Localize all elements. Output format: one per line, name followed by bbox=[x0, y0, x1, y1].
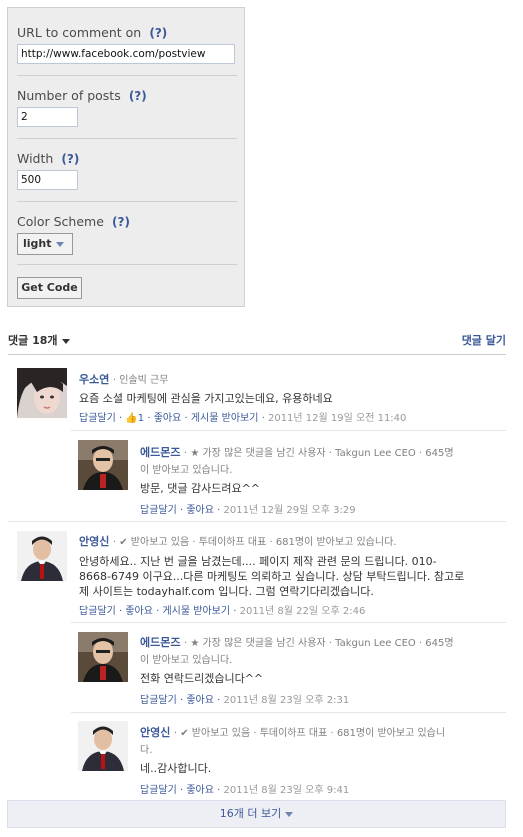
avatar-man-suit-image bbox=[78, 721, 128, 771]
color-scheme-select[interactable]: light bbox=[17, 233, 73, 255]
chevron-down-icon bbox=[61, 338, 70, 344]
comment-text: 네..감사합니다. bbox=[140, 762, 212, 775]
comment-text-line: 8668-6749 이구요...다른 마케팅도 의뢰하고 싶습니다. 상담 부탁… bbox=[79, 570, 465, 583]
avatar[interactable] bbox=[78, 440, 128, 490]
comment: 안영신 · ✔ 받아보고 있음 · 투데이하프 대표 · 681명이 받아보고 … bbox=[79, 533, 509, 617]
avatar[interactable] bbox=[78, 721, 128, 771]
comment-author-meta-cont: 이 받아보고 있습니다. bbox=[140, 465, 233, 476]
comment-author[interactable]: 에드몬즈 bbox=[140, 446, 180, 459]
comment-author-meta: · ✔ 받아보고 있음 · 투데이하프 대표 · 681명이 받아보고 있습니다… bbox=[112, 537, 397, 548]
comment-text-line: 제 사이트는 todayhalf.com 입니다. 그럼 연락기다리겠습니다. bbox=[79, 585, 374, 598]
comment-actions: 답글달기 · 좋아요 · 게시물 받아보기 · 2011년 8월 22일 오후 … bbox=[79, 602, 509, 617]
comment-author[interactable]: 안영신 bbox=[140, 726, 170, 739]
avatar-man-image bbox=[78, 440, 128, 490]
comment-count: 댓글 18개 bbox=[8, 334, 58, 347]
get-code-button[interactable]: Get Code bbox=[17, 277, 82, 299]
comment-timestamp[interactable]: 2011년 12월 19일 오전 11:40 bbox=[268, 413, 406, 424]
posts-field-label-row: Number of posts (?) bbox=[17, 85, 237, 104]
plugin-config-panel: URL to comment on (?) http://www.faceboo… bbox=[7, 7, 245, 307]
comment-text: 방문, 댓글 감사드려요^^ bbox=[140, 482, 261, 495]
divider bbox=[17, 201, 237, 202]
comment-actions: 답글달기 · 좋아요 · 2011년 8월 23일 오후 2:31 bbox=[140, 691, 500, 706]
comment-author-meta: · ✔ 받아보고 있음 · 투데이하프 대표 · 681명이 받아보고 있습니 bbox=[173, 728, 446, 739]
url-help-link[interactable]: (?) bbox=[149, 26, 167, 40]
divider bbox=[17, 138, 237, 139]
chevron-down-icon bbox=[285, 811, 294, 817]
color-scheme-value: light bbox=[23, 237, 52, 250]
comment-text: 요즘 소셜 마케팅에 관심을 가지고있는데요, 유용하네요 bbox=[79, 392, 333, 405]
comment-actions: 답글달기 · 좋아요 · 2011년 12월 29일 오후 3:29 bbox=[140, 501, 500, 516]
reply-like-links[interactable]: 답글달기 · 좋아요 · bbox=[140, 505, 223, 516]
posts-input[interactable]: 2 bbox=[17, 107, 78, 127]
comment-count-dropdown[interactable]: 댓글 18개 bbox=[8, 334, 70, 347]
add-comment-link[interactable]: 댓글 달기 bbox=[462, 332, 506, 348]
color-label: Color Scheme bbox=[17, 214, 104, 229]
avatar[interactable] bbox=[17, 531, 67, 581]
posts-help-link[interactable]: (?) bbox=[129, 89, 147, 103]
avatar-man-image bbox=[78, 632, 128, 682]
width-label: Width bbox=[17, 151, 54, 166]
reply-comment: 안영신 · ✔ 받아보고 있음 · 투데이하프 대표 · 681명이 받아보고 … bbox=[140, 724, 500, 796]
show-more-label: 16개 더 보기 bbox=[219, 807, 282, 820]
divider bbox=[17, 75, 237, 76]
comment-timestamp[interactable]: 2011년 8월 23일 오후 9:41 bbox=[223, 785, 349, 796]
comment-actions: 답글달기 · 👍1 · 좋아요 · 게시물 받아보기 · 2011년 12월 1… bbox=[79, 409, 509, 424]
divider bbox=[17, 264, 237, 265]
reply-like-follow-links[interactable]: 답글달기 · 좋아요 · 게시물 받아보기 · bbox=[79, 606, 240, 617]
posts-label: Number of posts bbox=[17, 88, 121, 103]
comment: 우소연 · 인솔빅 근무 요즘 소셜 마케팅에 관심을 가지고있는데요, 유용하… bbox=[79, 371, 509, 424]
width-field-label-row: Width (?) bbox=[17, 148, 237, 167]
like-follow-links[interactable]: · 좋아요 · 게시물 받아보기 · bbox=[144, 413, 268, 424]
thread-divider bbox=[8, 521, 506, 522]
comment-text: 전화 연락드리겠습니다^^ bbox=[140, 672, 264, 685]
reply-comment: 에드몬즈 · ★ 가장 많은 댓글을 남긴 사용자 · Takgun Lee C… bbox=[140, 634, 500, 706]
comment-text-line: 안녕하세요.. 지난 번 글을 남겼는데.... 페이지 제작 관련 문의 드립… bbox=[79, 555, 437, 568]
comment-author-meta: · 인솔빅 근무 bbox=[112, 375, 169, 386]
url-label: URL to comment on bbox=[17, 25, 142, 40]
reply-comment: 에드몬즈 · ★ 가장 많은 댓글을 남긴 사용자 · Takgun Lee C… bbox=[140, 444, 500, 516]
comment-author[interactable]: 우소연 bbox=[79, 373, 109, 386]
comment-author-meta-cont: 이 받아보고 있습니다. bbox=[140, 655, 233, 666]
reply-like-links[interactable]: 답글달기 · 좋아요 · bbox=[140, 785, 223, 796]
comment-timestamp[interactable]: 2011년 8월 22일 오후 2:46 bbox=[240, 606, 366, 617]
comments-header: 댓글 18개 댓글 달기 bbox=[8, 332, 506, 355]
comment-author-meta: · ★ 가장 많은 댓글을 남긴 사용자 · Takgun Lee CEO · … bbox=[183, 638, 454, 649]
thumbs-up-icon: 👍 bbox=[125, 413, 138, 424]
comment-author-meta-cont: 다. bbox=[140, 745, 153, 756]
avatar-woman-image bbox=[17, 368, 67, 418]
show-more-comments-button[interactable]: 16개 더 보기 bbox=[7, 800, 506, 828]
comment-author-meta: · ★ 가장 많은 댓글을 남긴 사용자 · Takgun Lee CEO · … bbox=[183, 448, 454, 459]
avatar-man-suit-image bbox=[17, 531, 67, 581]
chevron-down-icon bbox=[55, 241, 64, 247]
comment-timestamp[interactable]: 2011년 8월 23일 오후 2:31 bbox=[223, 695, 349, 706]
comment-actions: 답글달기 · 좋아요 · 2011년 8월 23일 오후 9:41 bbox=[140, 781, 500, 796]
url-field-label-row: URL to comment on (?) bbox=[17, 22, 237, 41]
avatar[interactable] bbox=[78, 632, 128, 682]
color-field-label-row: Color Scheme (?) bbox=[17, 211, 237, 230]
color-help-link[interactable]: (?) bbox=[112, 215, 130, 229]
reply-like-links[interactable]: 답글달기 · 좋아요 · bbox=[140, 695, 223, 706]
width-help-link[interactable]: (?) bbox=[61, 152, 79, 166]
avatar[interactable] bbox=[17, 368, 67, 418]
comment-author[interactable]: 에드몬즈 bbox=[140, 636, 180, 649]
url-input[interactable]: http://www.facebook.com/postview bbox=[17, 44, 235, 64]
comment-author[interactable]: 안영신 bbox=[79, 535, 109, 548]
width-input[interactable]: 500 bbox=[17, 170, 78, 190]
comment-timestamp[interactable]: 2011년 12월 29일 오후 3:29 bbox=[223, 505, 355, 516]
reply-link[interactable]: 답글달기 · bbox=[79, 413, 125, 424]
